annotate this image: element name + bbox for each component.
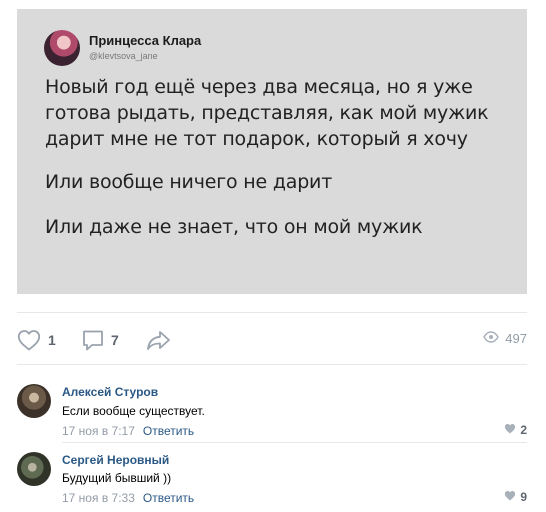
- reply-link[interactable]: Ответить: [143, 491, 194, 505]
- tweet-paragraph-3: Или даже не знает, что он мой мужик: [45, 216, 423, 238]
- heart-icon: [17, 329, 41, 351]
- comment-like-count: 2: [520, 423, 527, 437]
- comment-like-count: 9: [520, 490, 527, 504]
- tweet-image[interactable]: Принцесса Клара @klevtsova_jane Новый го…: [17, 9, 527, 294]
- comment-text: Если вообще существует.: [62, 404, 205, 418]
- comment-author-avatar[interactable]: [17, 384, 51, 418]
- comment-author-name[interactable]: Сергей Неровный: [62, 453, 169, 467]
- share-icon: [146, 329, 172, 351]
- tweet-author-name: Принцесса Клара: [89, 33, 202, 48]
- comment-like-button[interactable]: 2: [504, 423, 527, 437]
- divider: [17, 364, 527, 365]
- tweet-author-avatar: [44, 30, 80, 66]
- heart-icon: [504, 490, 520, 504]
- views-counter: 497: [483, 331, 527, 346]
- tweet-paragraph-1: Новый год ещё через два месяца, но я уже…: [45, 76, 489, 150]
- comment-author-name[interactable]: Алексей Стуров: [62, 385, 158, 399]
- comment-icon: [81, 329, 105, 351]
- comment-date[interactable]: 17 ноя в 7:17: [62, 424, 135, 438]
- comment-date[interactable]: 17 ноя в 7:33: [62, 491, 135, 505]
- tweet-paragraph-2: Или вообще ничего не дарит: [45, 171, 333, 193]
- comment-text: Будущий бывший )): [62, 471, 172, 485]
- comment-item: Алексей Стуров Если вообще существует. 1…: [17, 382, 527, 442]
- comment-like-button[interactable]: 9: [504, 490, 527, 504]
- comment-count: 7: [111, 332, 119, 348]
- heart-icon: [504, 423, 520, 437]
- comment-button[interactable]: 7: [81, 328, 119, 352]
- comment-meta: 17 ноя в 7:33 Ответить: [62, 491, 194, 505]
- comment-meta: 17 ноя в 7:17 Ответить: [62, 424, 194, 438]
- divider: [17, 312, 527, 313]
- tweet-author-handle: @klevtsova_jane: [89, 51, 158, 61]
- share-button[interactable]: [146, 328, 172, 352]
- comment-author-avatar[interactable]: [17, 452, 51, 486]
- comment-item: Сергей Неровный Будущий бывший )) 17 ноя…: [17, 450, 527, 510]
- like-button[interactable]: 1: [17, 328, 56, 352]
- divider: [62, 442, 527, 443]
- views-count: 497: [505, 331, 527, 346]
- reply-link[interactable]: Ответить: [143, 424, 194, 438]
- eye-icon: [483, 331, 500, 346]
- like-count: 1: [48, 332, 56, 348]
